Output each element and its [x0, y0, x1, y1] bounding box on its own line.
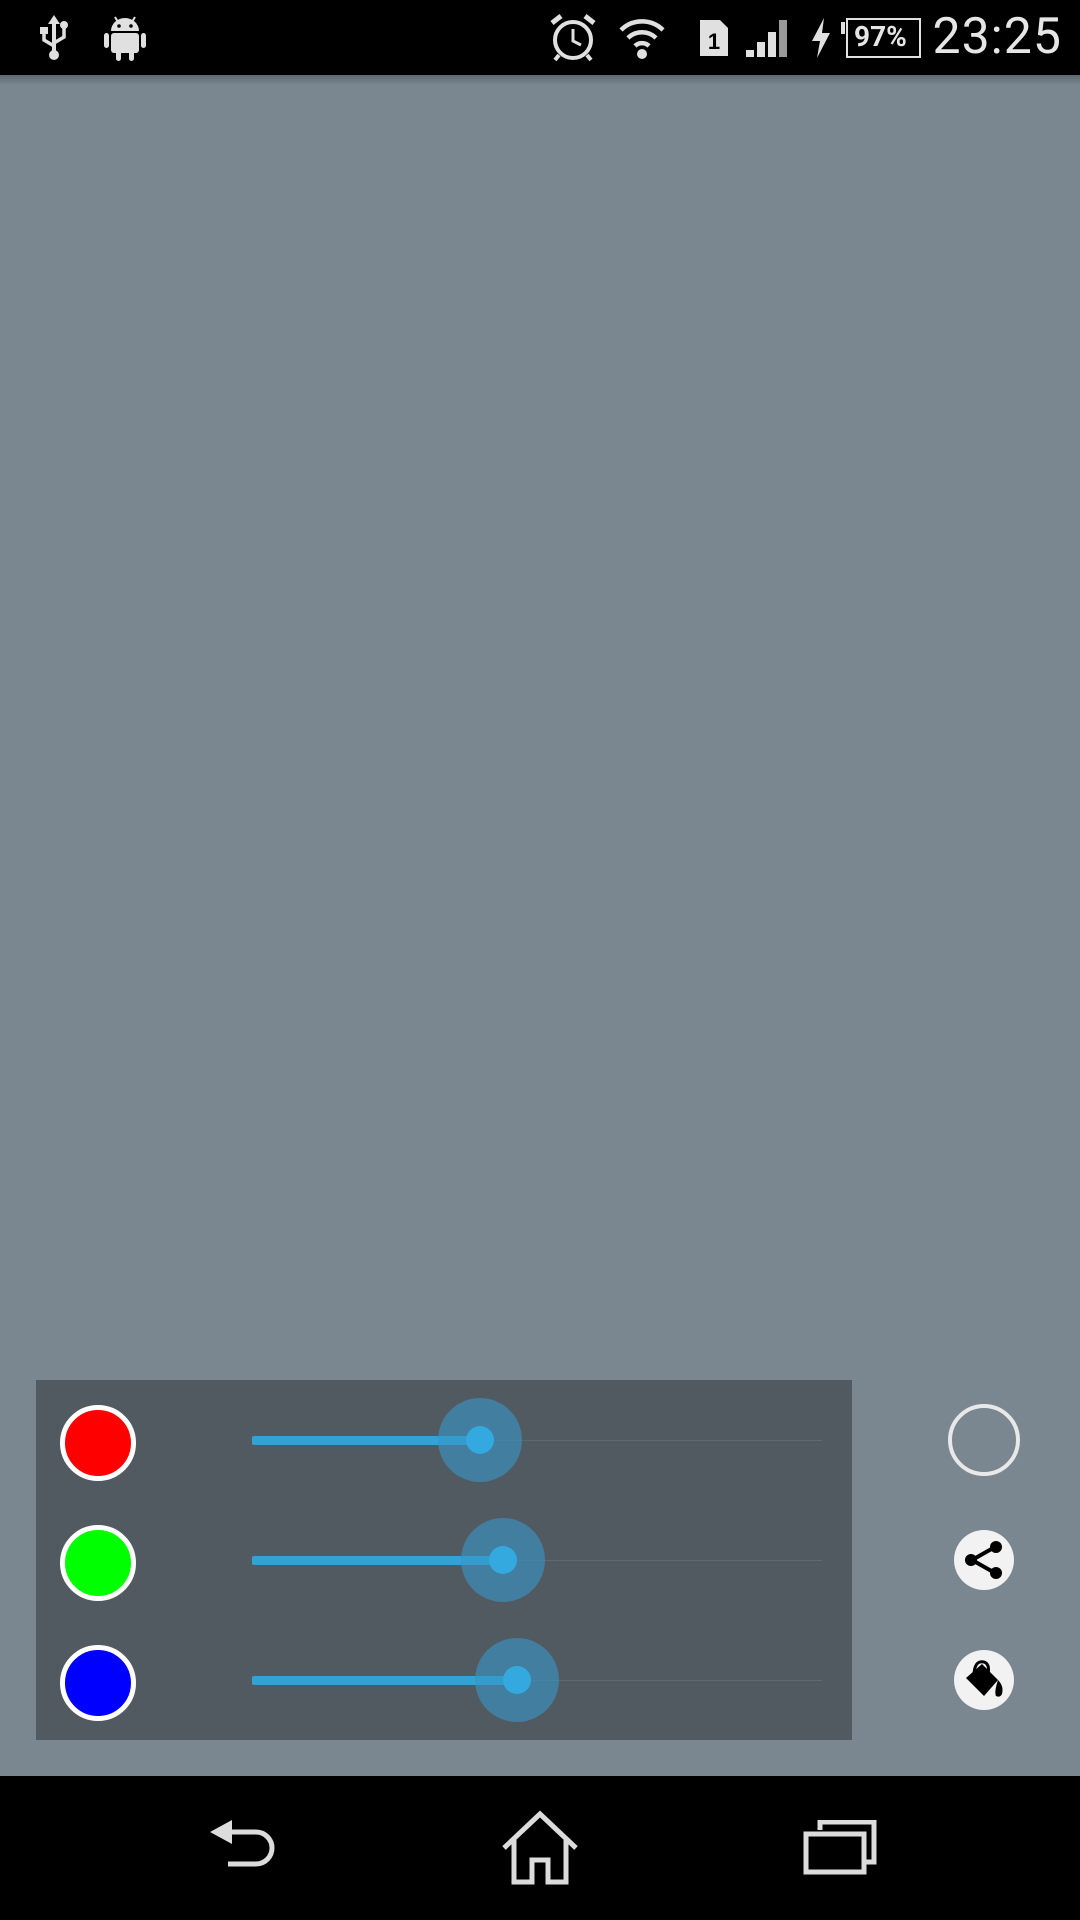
usb-icon	[34, 0, 74, 75]
clock: 23:25	[932, 8, 1062, 66]
status-bar: 1 97% 23:25	[0, 0, 1080, 75]
android-icon	[102, 0, 148, 75]
green-slider-thumb[interactable]	[488, 1546, 517, 1574]
navigation-bar	[0, 1776, 1080, 1920]
back-button[interactable]	[162, 1776, 322, 1920]
rgb-slider-panel	[36, 1380, 852, 1740]
red-swatch[interactable]	[60, 1405, 136, 1481]
svg-text:1: 1	[708, 29, 720, 54]
battery-percent: 97%	[854, 20, 907, 53]
alarm-icon	[548, 0, 598, 75]
recent-apps-icon	[803, 1820, 877, 1875]
home-button[interactable]	[460, 1776, 620, 1920]
paint-bucket-button[interactable]	[954, 1650, 1014, 1710]
green-swatch[interactable]	[60, 1525, 136, 1601]
circle-outline-button[interactable]	[948, 1404, 1020, 1476]
paint-bucket-icon	[966, 1660, 1003, 1697]
share-button[interactable]	[954, 1530, 1014, 1590]
red-slider-thumb[interactable]	[466, 1426, 494, 1454]
wifi-icon	[616, 0, 668, 75]
charging-icon	[806, 0, 836, 75]
sim-icon: 1	[696, 0, 732, 75]
status-bar-shadow	[0, 75, 1080, 85]
blue-slider-thumb[interactable]	[503, 1666, 532, 1694]
back-icon	[210, 1820, 275, 1867]
circle-outline-icon	[984, 1440, 985, 1441]
signal-icon	[744, 0, 792, 75]
share-icon	[965, 1541, 1002, 1579]
home-icon	[502, 1810, 578, 1885]
blue-swatch[interactable]	[60, 1645, 136, 1721]
recent-apps-button[interactable]	[760, 1776, 920, 1920]
